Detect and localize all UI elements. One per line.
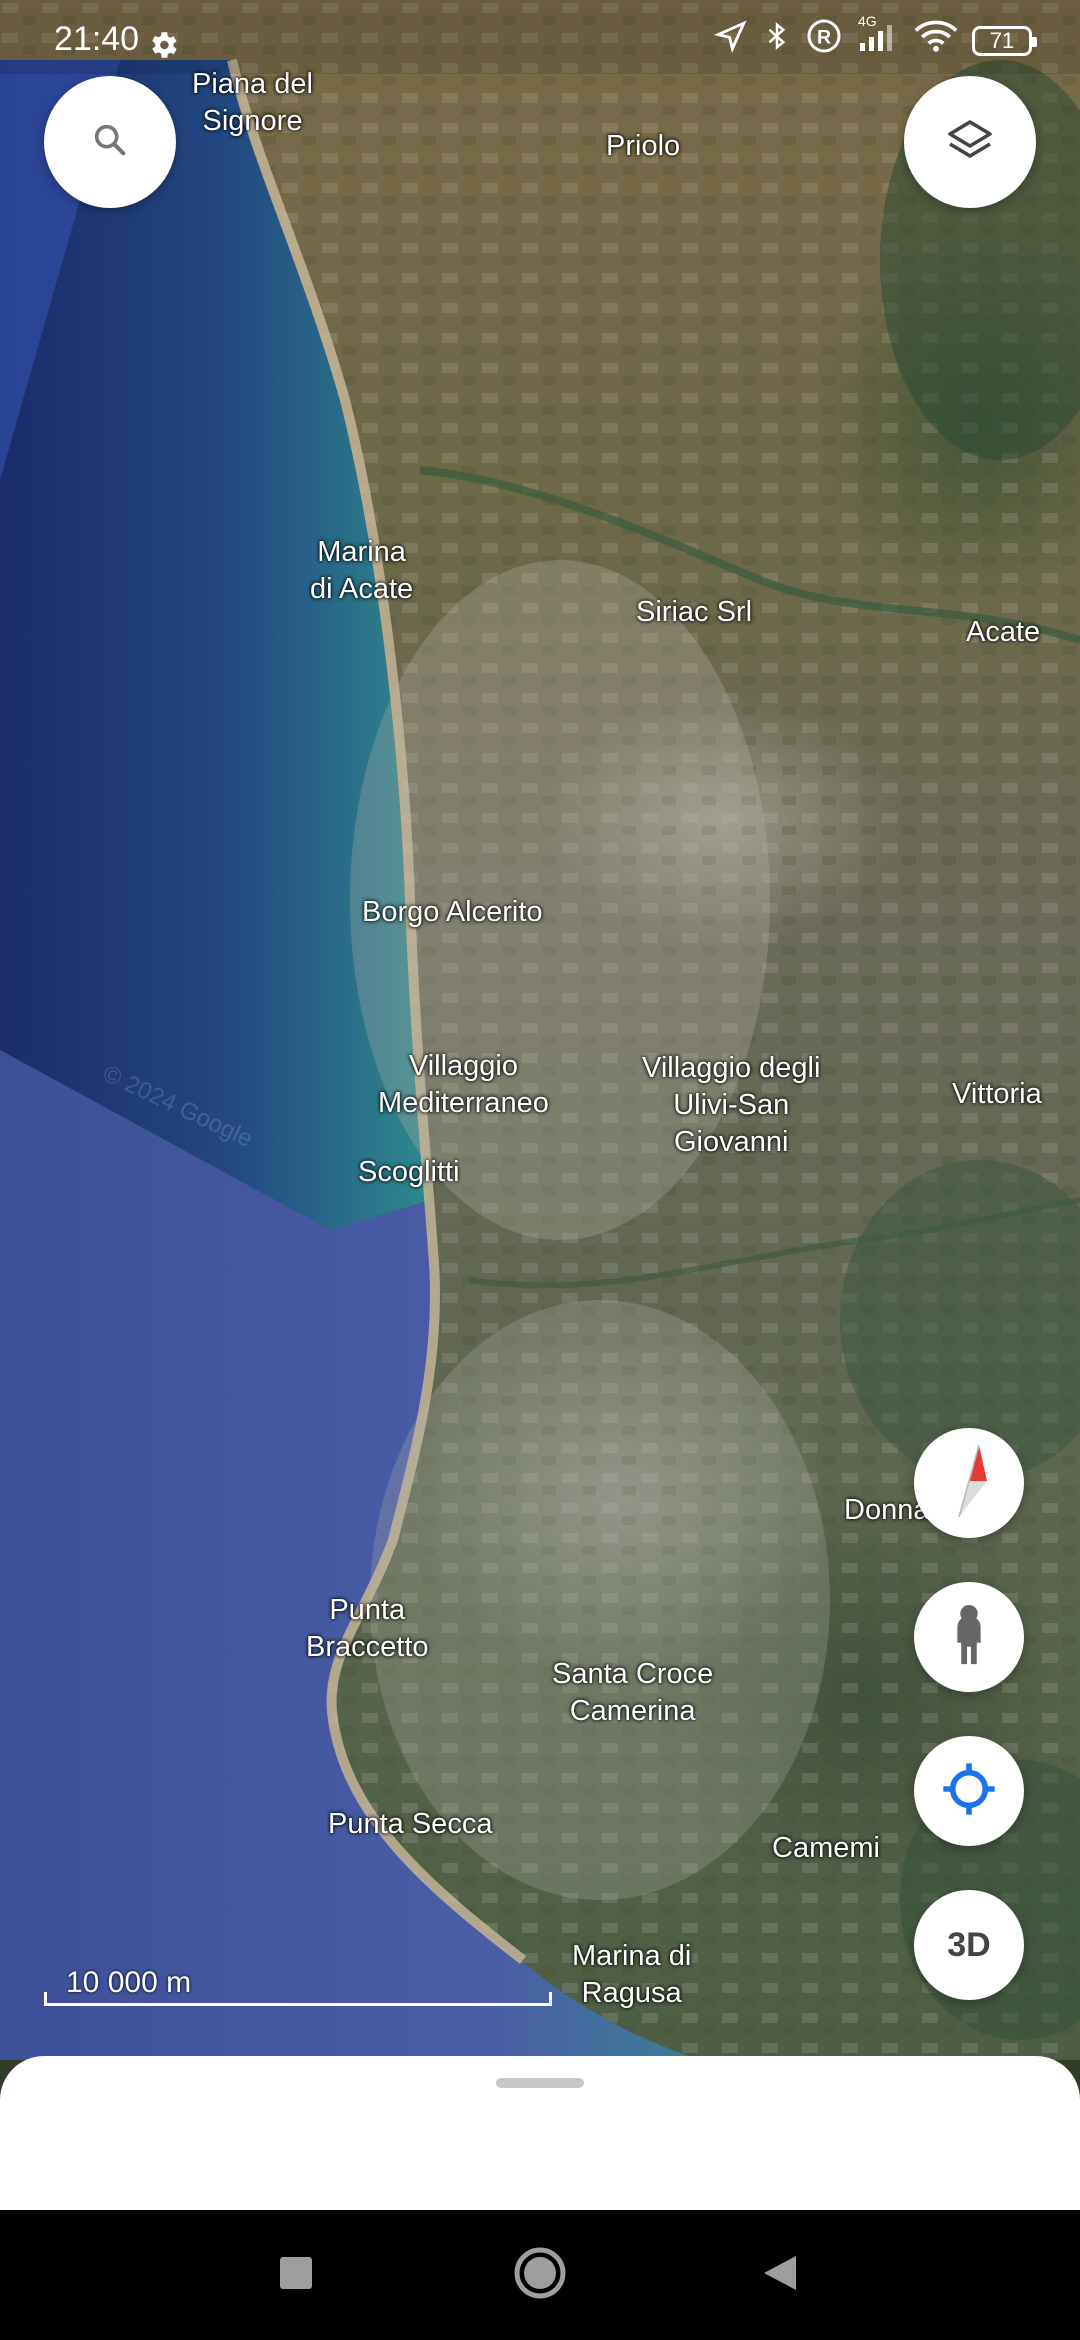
roaming-r-icon: R [806, 18, 842, 63]
home-circle-icon [513, 2246, 567, 2305]
place-label-punta-braccetto: Punta Braccetto [306, 1594, 429, 1663]
battery-level: 71 [989, 27, 1015, 53]
recents-square-icon [279, 2256, 313, 2295]
place-label-punta-secca: Punta Secca [328, 1808, 493, 1840]
layers-icon [946, 116, 994, 169]
place-label-marina-di-acate: Marina di Acate [310, 536, 414, 605]
back-triangle-icon [762, 2254, 798, 2297]
place-label-santa-croce: Santa Croce Camerina [552, 1658, 714, 1727]
battery-icon: 71 [972, 25, 1037, 56]
place-label-borgo-alcerito: Borgo Alcerito [362, 896, 543, 928]
status-time: 21:40 [54, 20, 140, 58]
crosshair-icon [941, 1761, 997, 1822]
terrain-layer [0, 0, 1080, 2060]
3d-label: 3D [947, 1925, 991, 1964]
satellite-map[interactable]: Piana del Signore Priolo Marina di Acate… [0, 0, 1080, 2060]
network-type: 4G [858, 13, 877, 29]
home-button[interactable] [480, 2210, 600, 2340]
wifi-icon [914, 19, 958, 62]
3d-toggle-button[interactable]: 3D [914, 1890, 1024, 2000]
sheet-drag-handle[interactable] [496, 2078, 584, 2088]
place-label-siriac-srl: Siriac Srl [636, 596, 753, 628]
system-nav-bar [0, 2210, 1080, 2340]
location-arrow-icon [713, 19, 748, 62]
scale-bar: 10 000 m [44, 1966, 554, 2006]
place-label-marina-di-ragusa: Marina di Ragusa [572, 1940, 692, 2009]
back-button[interactable] [720, 2210, 840, 2340]
compass-icon [939, 1441, 999, 1526]
bottom-sheet[interactable] [0, 2056, 1080, 2210]
place-label-scoglitti: Scoglitti [358, 1156, 460, 1188]
place-label-camemi: Camemi [772, 1832, 880, 1864]
gear-icon [146, 28, 180, 71]
my-location-button[interactable] [914, 1736, 1024, 1846]
place-label-piana-del-signore: Piana del Signore [192, 68, 313, 137]
status-bar: 21:40 R 4G 71 [0, 0, 1080, 74]
pegman-icon [949, 1604, 989, 1671]
place-label-vittoria: Vittoria [952, 1078, 1042, 1110]
signal-icon: 4G [856, 13, 900, 62]
search-icon [90, 120, 130, 165]
street-view-button[interactable] [914, 1582, 1024, 1692]
place-label-villaggio-ulivi: Villaggio degli Ulivi-San Giovanni [642, 1052, 821, 1158]
place-label-villaggio-mediterraneo: Villaggio Mediterraneo [378, 1050, 549, 1119]
bluetooth-icon [762, 18, 792, 63]
svg-text:R: R [817, 27, 831, 49]
layers-button[interactable] [904, 76, 1036, 208]
place-label-acate: Acate [966, 616, 1041, 648]
search-button[interactable] [44, 76, 176, 208]
compass-button[interactable] [914, 1428, 1024, 1538]
recents-button[interactable] [236, 2210, 356, 2340]
scale-line [44, 1992, 552, 2006]
place-label-priolo: Priolo [606, 130, 681, 162]
